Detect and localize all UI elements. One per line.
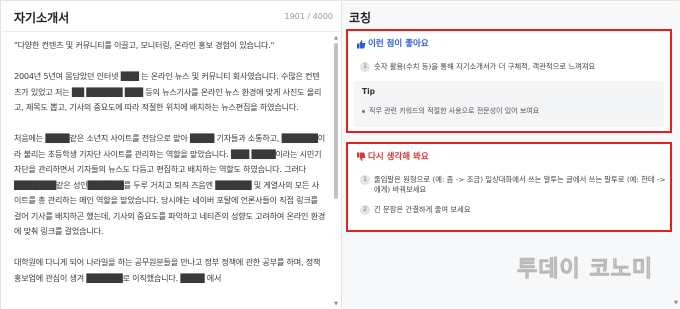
essay-paragraph: "다양한 컨텐츠 및 커뮤니티를 이끌고, 모니터링, 온라인 홍보 경험이 있…: [14, 40, 275, 50]
reconsider-text-line: 줄임말은 원형으로 (예: 좀 -> 조금) 일상대화에서 쓰는 말투는 글에서…: [374, 175, 666, 184]
tip-text: 직무 관련 키워드의 적절한 사용으로 전문성이 있어 보여요: [362, 106, 539, 116]
reconsider-heading-text: 다시 생각해 봐요: [368, 152, 429, 162]
essay-scrollbar[interactable]: ▲ ▼: [333, 35, 339, 307]
coaching-title: 코칭: [349, 11, 372, 25]
reconsider-text: 긴 문장은 간결하게 줄여 보세요: [374, 205, 471, 214]
essay-panel: 자기소개서 1901 / 4000 "다양한 컨텐츠 및 커뮤니티를 이끌고, …: [2, 2, 341, 309]
essay-paragraph: 처음에는 ████같은 소년지 사이트를 전담으로 맡아 ████ 기자들과 소…: [14, 133, 326, 236]
watermark-logo: 투데이 코노미: [517, 245, 667, 289]
essay-textarea[interactable]: "다양한 컨텐츠 및 커뮤니티를 이끌고, 모니터링, 온라인 홍보 경험이 있…: [14, 38, 326, 306]
reconsider-text-line: 에게) 바꿔보세요: [374, 185, 427, 194]
char-count: 1901 / 4000: [284, 12, 334, 21]
item-number: 2: [360, 205, 370, 215]
reconsider-heading: 다시 생각해 봐요: [356, 150, 429, 162]
scroll-down-arrow-icon[interactable]: ▼: [674, 300, 678, 306]
reconsider-text: 줄임말은 원형으로 (예: 좀 -> 조금) 일상대화에서 쓰는 말투는 글에서…: [374, 175, 666, 195]
scroll-thumb[interactable]: [334, 43, 338, 199]
scroll-down-arrow-icon[interactable]: ▼: [333, 301, 339, 307]
item-number: 1: [360, 62, 370, 72]
watermark-text: 투데이 코노미: [517, 257, 654, 283]
good-points-heading: 이런 점이 좋아요: [356, 37, 429, 49]
app-frame: 자기소개서 1901 / 4000 "다양한 컨텐츠 및 커뮤니티를 이끌고, …: [0, 0, 680, 309]
item-number: 1: [360, 175, 370, 185]
reconsider-card: 다시 생각해 봐요 1 줄임말은 원형으로 (예: 좀 -> 조금) 일상대화에…: [346, 142, 672, 232]
bullet-dot: [362, 109, 365, 113]
thumbs-up-icon: [356, 39, 366, 49]
reconsider-item: 2 긴 문장은 간결하게 줄여 보세요: [360, 205, 471, 215]
essay-paragraph: 2004년 5년여 몸담았던 인터넷 ███ 는 온라인 뉴스 및 커뮤니티 회…: [14, 71, 322, 112]
thumbs-down-icon: [356, 152, 366, 162]
good-point-text: 숫자 활용(수치 등)을 통해 자기소개서가 더 구체적, 객관적으로 느껴져요: [374, 62, 596, 71]
scroll-up-arrow-icon[interactable]: ▲: [333, 35, 339, 41]
tip-box: Tip 직무 관련 키워드의 적절한 사용으로 전문성이 있어 보여요: [354, 81, 664, 127]
tip-label: Tip: [362, 87, 376, 96]
essay-title: 자기소개서: [14, 11, 70, 25]
essay-paragraph: 대학원에 다니게 되어 나라일을 하는 공무원분들을 만나고 정부 정책에 관한…: [14, 257, 321, 283]
tip-text-content: 직무 관련 키워드의 적절한 사용으로 전문성이 있어 보여요: [369, 107, 540, 115]
good-points-card: 이런 점이 좋아요 1 숫자 활용(수치 등)을 통해 자기소개서가 더 구체적,…: [346, 29, 672, 133]
good-points-heading-text: 이런 점이 좋아요: [368, 39, 429, 49]
good-point-item: 1 숫자 활용(수치 등)을 통해 자기소개서가 더 구체적, 객관적으로 느껴져…: [360, 62, 595, 72]
essay-header: 자기소개서 1901 / 4000: [2, 2, 341, 32]
reconsider-item: 1 줄임말은 원형으로 (예: 좀 -> 조금) 일상대화에서 쓰는 말투는 글…: [360, 175, 666, 195]
